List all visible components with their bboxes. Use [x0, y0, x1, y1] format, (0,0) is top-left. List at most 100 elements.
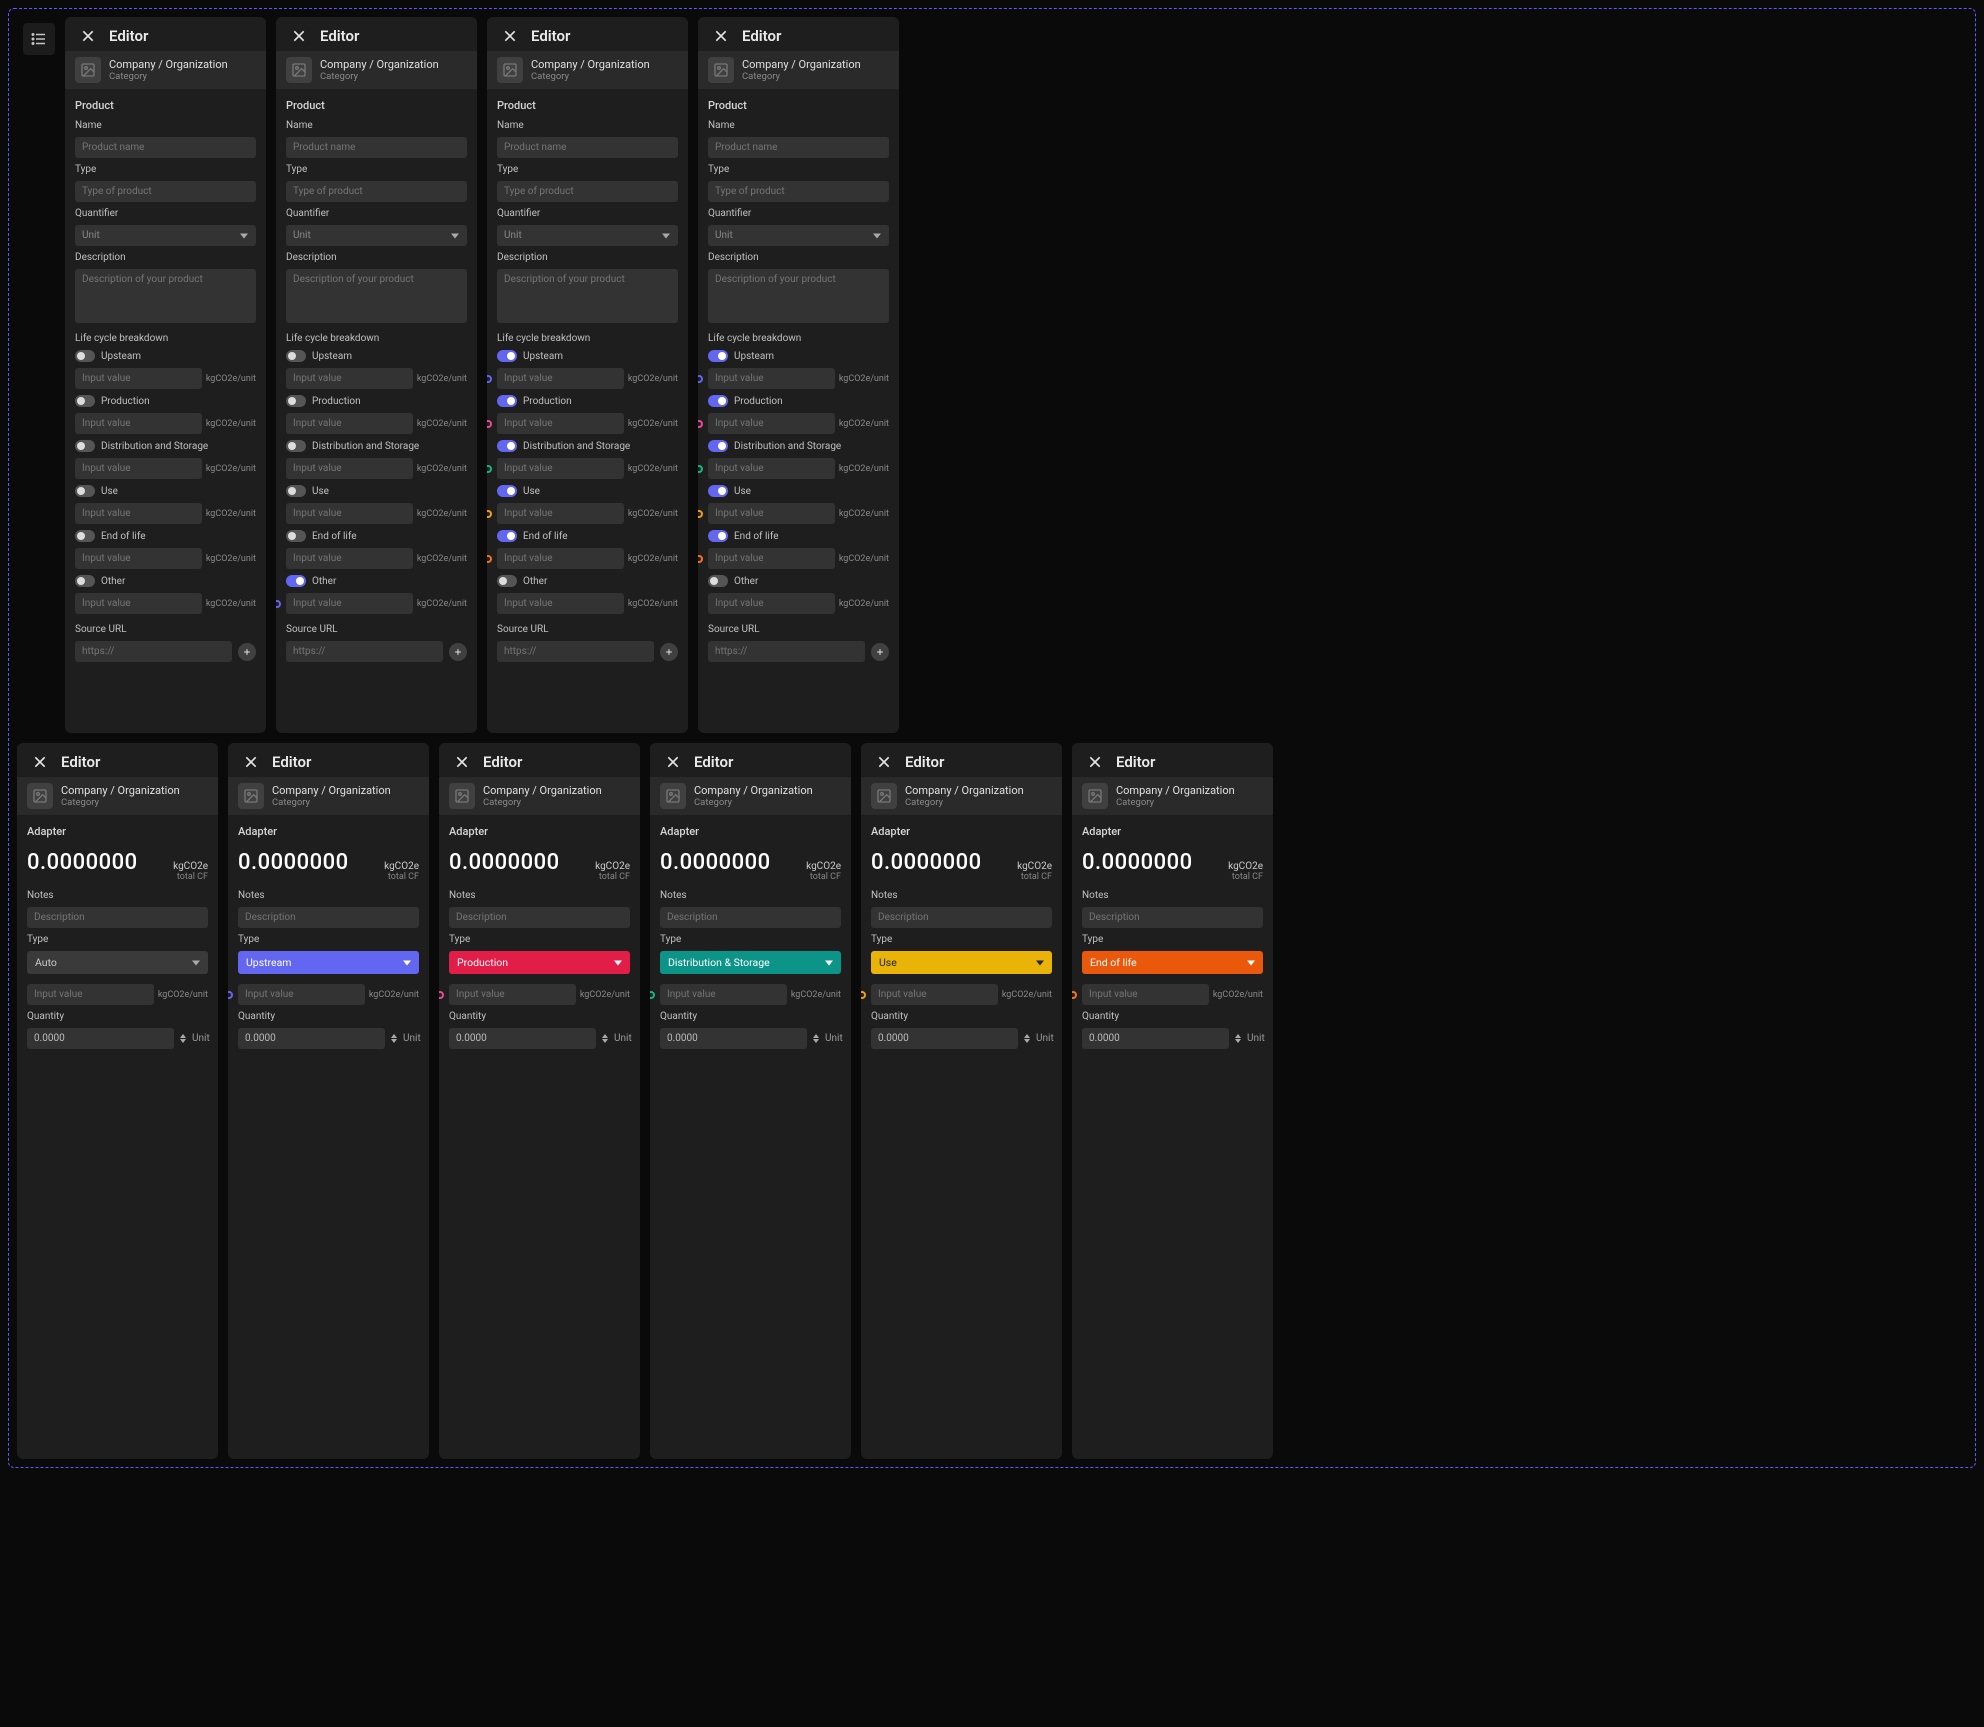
- quantifier-select[interactable]: Unit: [497, 225, 678, 246]
- life-stage-input[interactable]: [75, 368, 202, 389]
- adapter-value-input[interactable]: [1082, 984, 1209, 1005]
- notes-input[interactable]: [27, 907, 208, 928]
- name-input[interactable]: [286, 137, 467, 158]
- quantifier-select[interactable]: Unit: [708, 225, 889, 246]
- notes-input[interactable]: [449, 907, 630, 928]
- adapter-value-input[interactable]: [238, 984, 365, 1005]
- life-stage-input[interactable]: [708, 503, 835, 524]
- type-input[interactable]: [286, 181, 467, 202]
- quantity-stepper[interactable]: [391, 1034, 397, 1043]
- life-stage-input[interactable]: [708, 368, 835, 389]
- type-input[interactable]: [497, 181, 678, 202]
- toggle-use[interactable]: [75, 485, 95, 497]
- life-stage-input[interactable]: [286, 368, 413, 389]
- toggle-upsteam[interactable]: [286, 350, 306, 362]
- toggle-distribution and storage[interactable]: [708, 440, 728, 452]
- life-stage-input[interactable]: [708, 548, 835, 569]
- toggle-production[interactable]: [708, 395, 728, 407]
- notes-input[interactable]: [1082, 907, 1263, 928]
- adapter-type-select[interactable]: End of life: [1082, 951, 1263, 974]
- source-url-input[interactable]: [286, 641, 443, 662]
- quantity-stepper[interactable]: [1235, 1034, 1241, 1043]
- quantifier-select[interactable]: Unit: [286, 225, 467, 246]
- quantity-input[interactable]: [660, 1028, 807, 1049]
- add-source-button[interactable]: [660, 643, 678, 661]
- life-stage-input[interactable]: [75, 458, 202, 479]
- notes-input[interactable]: [871, 907, 1052, 928]
- close-button[interactable]: [664, 753, 682, 771]
- toggle-upsteam[interactable]: [497, 350, 517, 362]
- adapter-value-input[interactable]: [660, 984, 787, 1005]
- quantity-input[interactable]: [449, 1028, 596, 1049]
- list-view-icon[interactable]: [23, 23, 55, 55]
- life-stage-input[interactable]: [497, 593, 624, 614]
- add-source-button[interactable]: [238, 643, 256, 661]
- quantity-stepper[interactable]: [813, 1034, 819, 1043]
- close-button[interactable]: [31, 753, 49, 771]
- life-stage-input[interactable]: [75, 548, 202, 569]
- toggle-upsteam[interactable]: [75, 350, 95, 362]
- life-stage-input[interactable]: [497, 368, 624, 389]
- quantity-stepper[interactable]: [602, 1034, 608, 1043]
- add-source-button[interactable]: [871, 643, 889, 661]
- description-textarea[interactable]: [708, 269, 889, 323]
- quantity-input[interactable]: [238, 1028, 385, 1049]
- adapter-value-input[interactable]: [27, 984, 154, 1005]
- toggle-other[interactable]: [497, 575, 517, 587]
- life-stage-input[interactable]: [497, 458, 624, 479]
- toggle-upsteam[interactable]: [708, 350, 728, 362]
- adapter-type-select[interactable]: Auto: [27, 951, 208, 974]
- toggle-production[interactable]: [497, 395, 517, 407]
- quantity-input[interactable]: [871, 1028, 1018, 1049]
- toggle-end of life[interactable]: [75, 530, 95, 542]
- toggle-use[interactable]: [286, 485, 306, 497]
- source-url-input[interactable]: [708, 641, 865, 662]
- toggle-end of life[interactable]: [497, 530, 517, 542]
- adapter-type-select[interactable]: Production: [449, 951, 630, 974]
- notes-input[interactable]: [660, 907, 841, 928]
- life-stage-input[interactable]: [286, 593, 413, 614]
- life-stage-input[interactable]: [75, 593, 202, 614]
- toggle-distribution and storage[interactable]: [497, 440, 517, 452]
- life-stage-input[interactable]: [497, 503, 624, 524]
- close-button[interactable]: [453, 753, 471, 771]
- description-textarea[interactable]: [75, 269, 256, 323]
- close-button[interactable]: [79, 27, 97, 45]
- toggle-production[interactable]: [286, 395, 306, 407]
- life-stage-input[interactable]: [708, 593, 835, 614]
- name-input[interactable]: [708, 137, 889, 158]
- adapter-type-select[interactable]: Distribution & Storage: [660, 951, 841, 974]
- close-button[interactable]: [1086, 753, 1104, 771]
- adapter-value-input[interactable]: [871, 984, 998, 1005]
- toggle-distribution and storage[interactable]: [75, 440, 95, 452]
- toggle-production[interactable]: [75, 395, 95, 407]
- quantity-stepper[interactable]: [1024, 1034, 1030, 1043]
- toggle-distribution and storage[interactable]: [286, 440, 306, 452]
- name-input[interactable]: [497, 137, 678, 158]
- life-stage-input[interactable]: [286, 503, 413, 524]
- close-button[interactable]: [875, 753, 893, 771]
- life-stage-input[interactable]: [708, 458, 835, 479]
- description-textarea[interactable]: [497, 269, 678, 323]
- close-button[interactable]: [712, 27, 730, 45]
- life-stage-input[interactable]: [75, 413, 202, 434]
- add-source-button[interactable]: [449, 643, 467, 661]
- life-stage-input[interactable]: [708, 413, 835, 434]
- life-stage-input[interactable]: [286, 548, 413, 569]
- type-input[interactable]: [708, 181, 889, 202]
- life-stage-input[interactable]: [75, 503, 202, 524]
- life-stage-input[interactable]: [497, 413, 624, 434]
- source-url-input[interactable]: [75, 641, 232, 662]
- type-input[interactable]: [75, 181, 256, 202]
- close-button[interactable]: [242, 753, 260, 771]
- quantity-stepper[interactable]: [180, 1034, 186, 1043]
- toggle-use[interactable]: [708, 485, 728, 497]
- quantity-input[interactable]: [27, 1028, 174, 1049]
- life-stage-input[interactable]: [286, 458, 413, 479]
- life-stage-input[interactable]: [497, 548, 624, 569]
- adapter-type-select[interactable]: Use: [871, 951, 1052, 974]
- adapter-type-select[interactable]: Upstream: [238, 951, 419, 974]
- toggle-end of life[interactable]: [286, 530, 306, 542]
- toggle-use[interactable]: [497, 485, 517, 497]
- quantifier-select[interactable]: Unit: [75, 225, 256, 246]
